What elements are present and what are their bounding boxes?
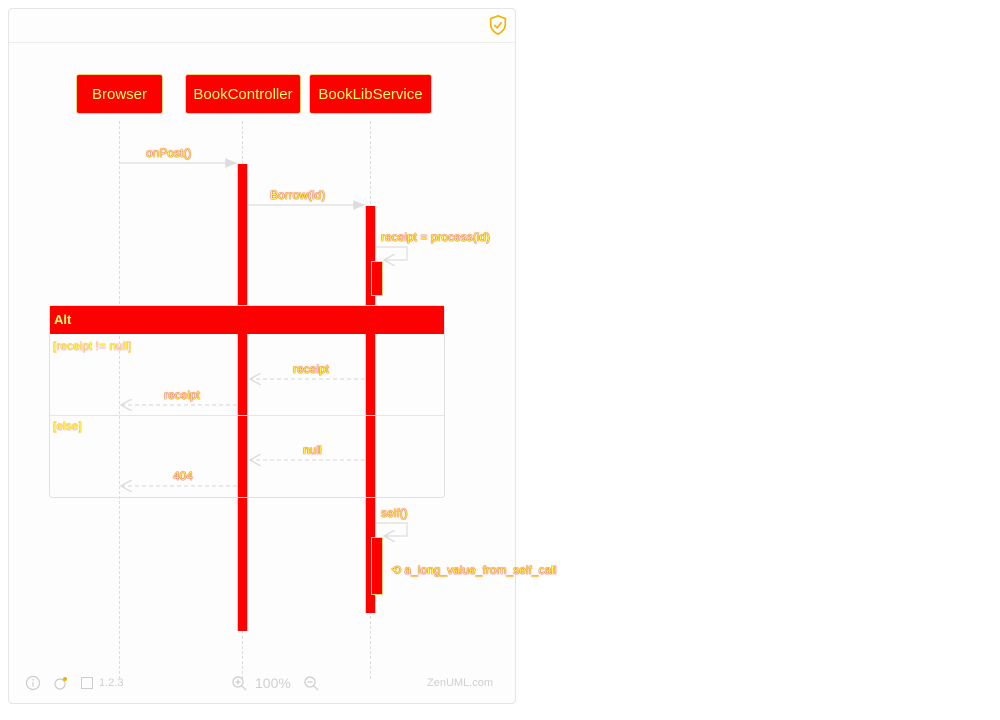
return-self-value-text: a_long_value_from_self_call xyxy=(404,563,557,577)
return-receipt-controller: receipt xyxy=(164,388,201,402)
diagram-frame: Browser BookController BookLibService Al… xyxy=(8,8,557,705)
diagram-footer: 1.2.3 100% ZenUML.com xyxy=(9,675,515,695)
return-self-value: ⟲ a_long_value_from_self_call xyxy=(391,563,557,577)
message-self-call[interactable]: self() xyxy=(381,506,408,520)
theme-icon[interactable] xyxy=(53,675,69,691)
zoom-in-icon[interactable] xyxy=(231,675,247,691)
arrow-self-call xyxy=(376,522,408,536)
message-receipt-assign[interactable]: receipt = process(id) xyxy=(381,230,490,244)
brand-link[interactable]: ZenUML.com xyxy=(427,677,493,689)
return-arrow-icon: ⟲ xyxy=(391,563,405,577)
zoom-level: 100% xyxy=(255,675,291,691)
message-arrows xyxy=(119,158,408,705)
arrow-self-process xyxy=(376,246,408,260)
zoom-out-icon[interactable] xyxy=(303,675,319,691)
return-404: 404 xyxy=(173,469,194,483)
info-icon[interactable] xyxy=(25,675,41,691)
message-borrow[interactable]: Borrow(id) xyxy=(270,188,325,202)
return-null: null xyxy=(303,443,322,457)
return-receipt-service: receipt xyxy=(293,362,330,376)
message-onpost[interactable]: onPost() xyxy=(146,146,191,160)
checkbox-icon[interactable] xyxy=(81,677,93,689)
version-label: 1.2.3 xyxy=(99,677,124,689)
